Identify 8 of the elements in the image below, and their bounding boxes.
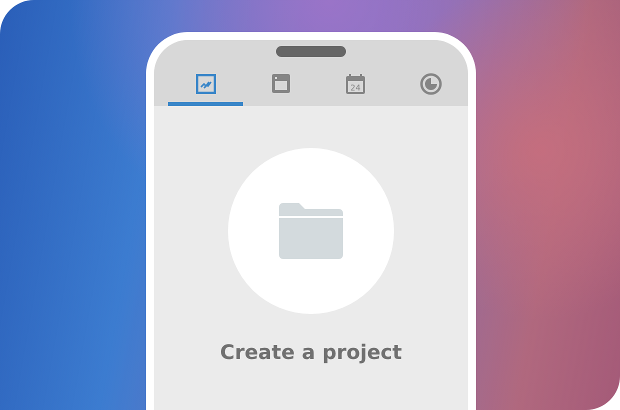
notch [276,46,346,57]
chart-icon [196,74,216,94]
folder-icon [279,203,343,259]
calendar-icon: 24 [346,74,365,94]
tab[interactable]: 24 [318,65,393,106]
pie-icon [420,72,442,94]
window-icon [272,74,290,93]
empty-state-label: Create a project [220,340,402,364]
